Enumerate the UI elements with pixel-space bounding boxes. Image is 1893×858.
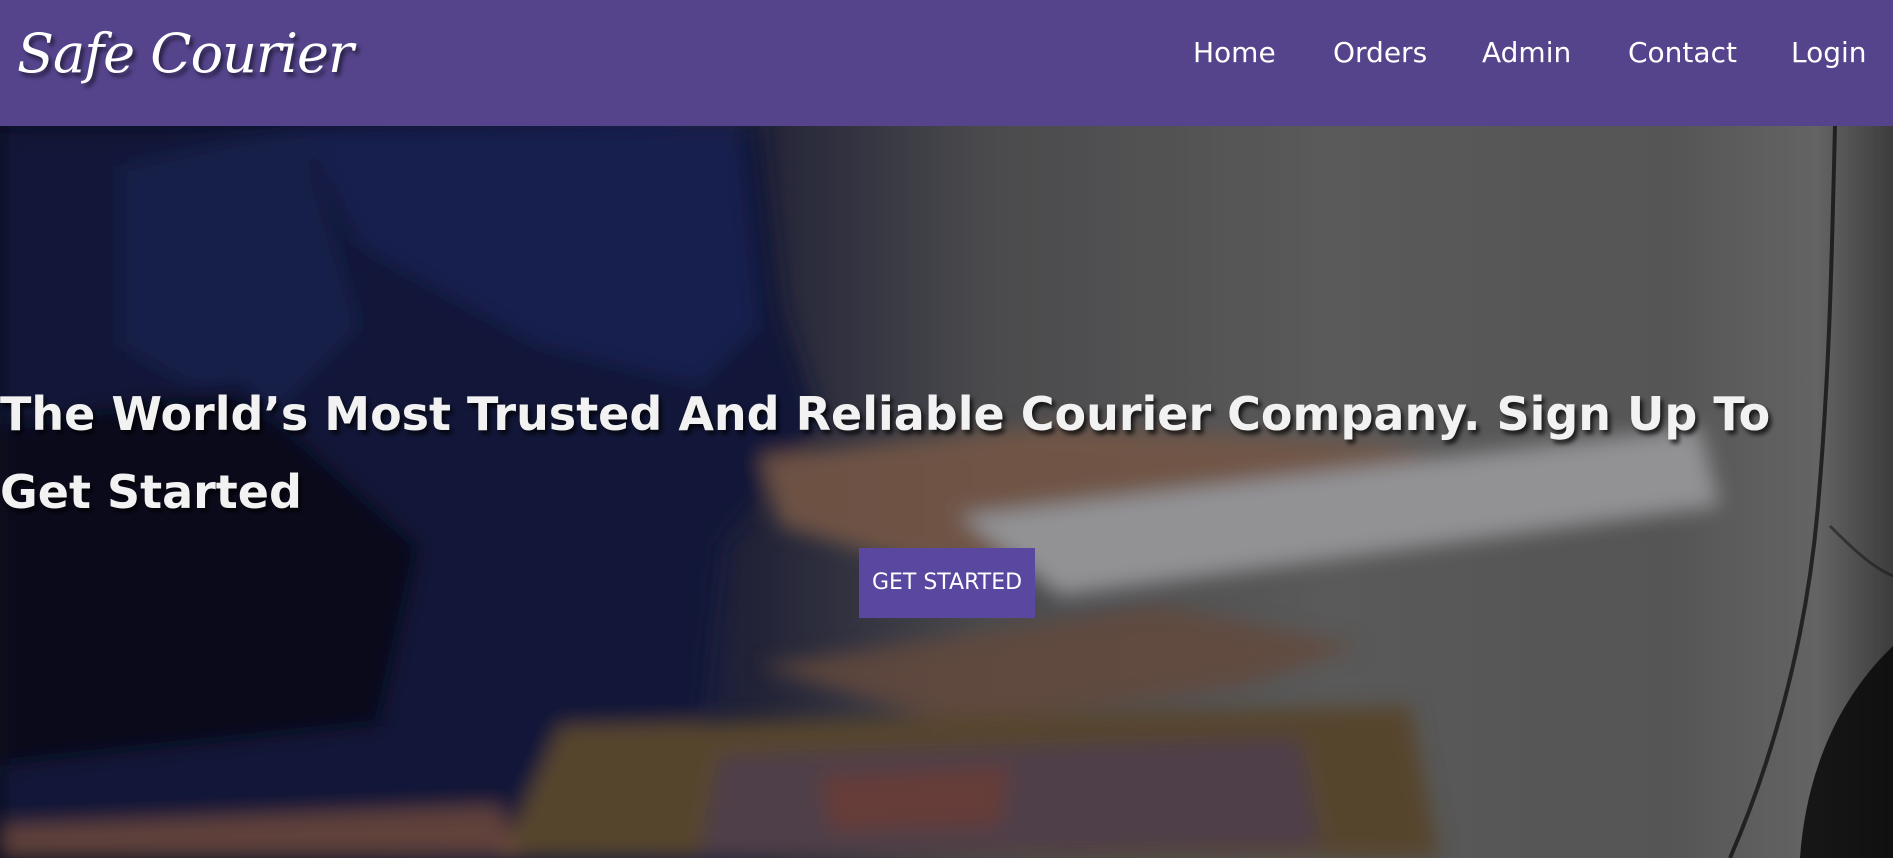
nav-link-orders[interactable]: Orders <box>1333 36 1427 69</box>
hero-section: The World’s Most Trusted And Reliable Co… <box>0 126 1893 858</box>
nav-link-contact[interactable]: Contact <box>1628 36 1737 69</box>
get-started-button[interactable]: GET STARTED <box>859 548 1035 618</box>
hero-headline: The World’s Most Trusted And Reliable Co… <box>0 387 1771 519</box>
nav-link-home[interactable]: Home <box>1193 36 1276 69</box>
nav-link-login[interactable]: Login <box>1791 36 1867 69</box>
brand-logo[interactable]: Safe Courier <box>17 14 354 94</box>
navbar: Safe Courier Home Orders Admin Contact L… <box>0 0 1893 126</box>
nav-link-admin[interactable]: Admin <box>1482 36 1571 69</box>
